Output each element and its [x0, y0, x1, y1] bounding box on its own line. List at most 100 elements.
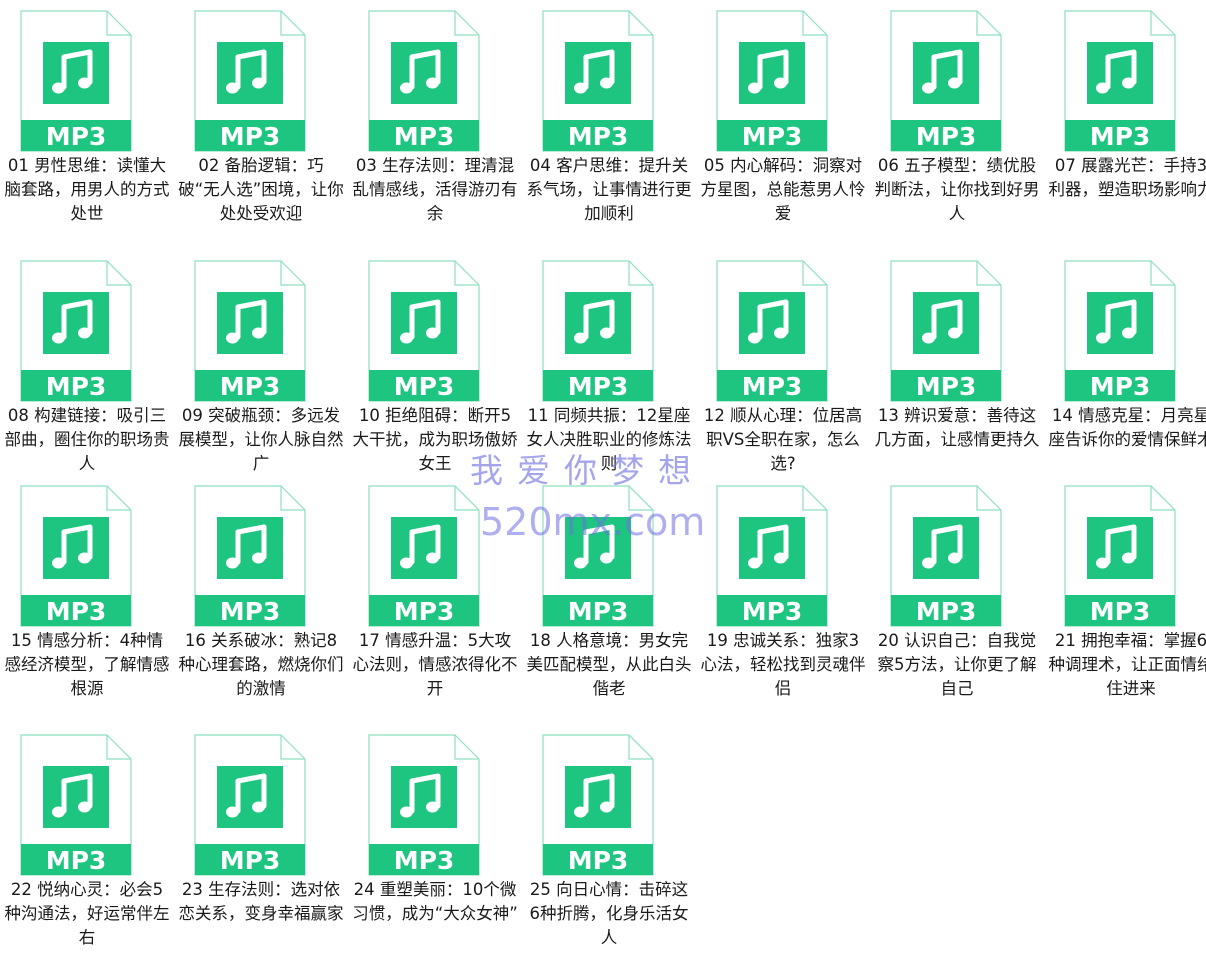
file-item[interactable]: MP3 13 辨识爱意：善待这几方面，让感情更持久 [870, 250, 1044, 499]
mp3-file-icon: MP3 [890, 10, 1002, 152]
file-item[interactable]: MP3 03 生存法则：理清混乱情感线，活得游刃有余 [348, 0, 522, 249]
file-name-label: 10 拒绝阻碍：断开5大干扰，成为职场傲娇女王 [352, 406, 518, 473]
mp3-file-icon: MP3 [194, 485, 306, 627]
file-name-label: 02 备胎逻辑：巧破“无人选”困境，让你处处受欢迎 [178, 156, 344, 223]
file-item[interactable]: MP3 15 情感分析：4种情感经济模型，了解情感根源 [0, 475, 174, 724]
file-item[interactable]: MP3 19 忠诚关系：独家3心法，轻松找到灵魂伴侣 [696, 475, 870, 724]
mp3-file-icon: MP3 [368, 734, 480, 876]
file-item[interactable]: MP3 09 突破瓶颈：多远发展模型，让你人脉自然广 [174, 250, 348, 499]
mp3-file-icon: MP3 [20, 485, 132, 627]
file-name-label: 16 关系破冰：熟记8种心理套路，燃烧你们的激情 [178, 631, 344, 698]
file-item[interactable]: MP3 17 情感升温：5大攻心法则，情感浓得化不开 [348, 475, 522, 724]
file-item[interactable]: MP3 10 拒绝阻碍：断开5大干扰，成为职场傲娇女王 [348, 250, 522, 499]
file-item[interactable]: MP3 01 男性思维：读懂大脑套路，用男人的方式处世 [0, 0, 174, 249]
mp3-type-label: MP3 [46, 122, 107, 151]
file-name-label: 19 忠诚关系：独家3心法，轻松找到灵魂伴侣 [700, 631, 866, 698]
mp3-type-label: MP3 [916, 122, 977, 151]
file-name-label: 04 客户思维：提升关系气场，让事情进行更加顺利 [526, 156, 692, 223]
mp3-file-icon: MP3 [368, 485, 480, 627]
mp3-type-label: MP3 [220, 846, 281, 875]
file-item[interactable]: MP3 05 内心解码：洞察对方星图，总能惹男人怜爱 [696, 0, 870, 249]
mp3-type-label: MP3 [220, 372, 281, 401]
file-item[interactable]: MP3 16 关系破冰：熟记8种心理套路，燃烧你们的激情 [174, 475, 348, 724]
mp3-type-label: MP3 [568, 122, 629, 151]
file-grid: MP3 01 男性思维：读懂大脑套路，用男人的方式处世 MP3 02 备胎逻辑：巧破“… [0, 0, 1206, 973]
mp3-type-label: MP3 [742, 122, 803, 151]
mp3-file-icon: MP3 [194, 260, 306, 402]
mp3-type-label: MP3 [394, 846, 455, 875]
mp3-type-label: MP3 [394, 372, 455, 401]
file-name-label: 08 构建链接：吸引三部曲，圈住你的职场贵人 [4, 406, 170, 473]
mp3-file-icon: MP3 [20, 260, 132, 402]
mp3-type-label: MP3 [1090, 372, 1151, 401]
file-item[interactable]: MP3 14 情感克星：月亮星座告诉你的爱情保鲜术 [1044, 250, 1206, 499]
file-item[interactable]: MP3 24 重塑美丽：10个微习惯，成为“大众女神” [348, 724, 522, 973]
file-name-label: 17 情感升温：5大攻心法则，情感浓得化不开 [352, 631, 518, 698]
mp3-file-icon: MP3 [20, 10, 132, 152]
mp3-file-icon: MP3 [20, 734, 132, 876]
mp3-file-icon: MP3 [194, 734, 306, 876]
mp3-file-icon: MP3 [716, 260, 828, 402]
file-name-label: 07 展露光芒：手持3利器，塑造职场影响力 [1048, 156, 1206, 199]
mp3-type-label: MP3 [568, 372, 629, 401]
mp3-file-icon: MP3 [890, 260, 1002, 402]
mp3-type-label: MP3 [220, 122, 281, 151]
file-item[interactable]: MP3 22 悦纳心灵：必会5种沟通法，好运常伴左右 [0, 724, 174, 973]
file-name-label: 22 悦纳心灵：必会5种沟通法，好运常伴左右 [4, 880, 170, 947]
file-item[interactable]: MP3 06 五子模型：绩优股判断法，让你找到好男人 [870, 0, 1044, 249]
file-item[interactable]: MP3 11 同频共振：12星座女人决胜职业的修炼法则 [522, 250, 696, 499]
mp3-type-label: MP3 [742, 597, 803, 626]
file-name-label: 20 认识自己：自我觉察5方法，让你更了解自己 [877, 631, 1037, 698]
file-name-label: 06 五子模型：绩优股判断法，让你找到好男人 [874, 156, 1040, 223]
mp3-file-icon: MP3 [716, 485, 828, 627]
mp3-type-label: MP3 [46, 597, 107, 626]
file-item[interactable]: MP3 21 拥抱幸福：掌握6种调理术，让正面情绪住进来 [1044, 475, 1206, 724]
mp3-file-icon: MP3 [542, 10, 654, 152]
file-item[interactable]: MP3 25 向日心情：击碎这6种折腾，化身乐活女人 [522, 724, 696, 973]
file-item[interactable]: MP3 23 生存法则：选对依恋关系，变身幸福赢家 [174, 724, 348, 973]
file-item[interactable]: MP3 02 备胎逻辑：巧破“无人选”困境，让你处处受欢迎 [174, 0, 348, 249]
file-name-label: 12 顺从心理：位居高职VS全职在家，怎么选? [703, 406, 863, 473]
mp3-type-label: MP3 [916, 597, 977, 626]
mp3-file-icon: MP3 [1064, 260, 1176, 402]
file-name-label: 24 重塑美丽：10个微习惯，成为“大众女神” [352, 880, 518, 923]
file-item[interactable]: MP3 08 构建链接：吸引三部曲，圈住你的职场贵人 [0, 250, 174, 499]
file-name-label: 14 情感克星：月亮星座告诉你的爱情保鲜术 [1048, 406, 1206, 449]
mp3-file-icon: MP3 [194, 10, 306, 152]
mp3-file-icon: MP3 [1064, 10, 1176, 152]
file-name-label: 21 拥抱幸福：掌握6种调理术，让正面情绪住进来 [1048, 631, 1206, 698]
mp3-type-label: MP3 [394, 122, 455, 151]
mp3-file-icon: MP3 [368, 10, 480, 152]
file-item[interactable]: MP3 18 人格意境：男女完美匹配模型，从此白头偕老 [522, 475, 696, 724]
file-item[interactable]: MP3 04 客户思维：提升关系气场，让事情进行更加顺利 [522, 0, 696, 249]
mp3-file-icon: MP3 [890, 485, 1002, 627]
file-name-label: 11 同频共振：12星座女人决胜职业的修炼法则 [526, 406, 692, 473]
mp3-type-label: MP3 [742, 372, 803, 401]
mp3-type-label: MP3 [568, 846, 629, 875]
mp3-type-label: MP3 [1090, 597, 1151, 626]
file-item[interactable]: MP3 07 展露光芒：手持3利器，塑造职场影响力 [1044, 0, 1206, 249]
file-item[interactable]: MP3 12 顺从心理：位居高职VS全职在家，怎么选? [696, 250, 870, 499]
mp3-type-label: MP3 [1090, 122, 1151, 151]
mp3-type-label: MP3 [568, 597, 629, 626]
file-name-label: 18 人格意境：男女完美匹配模型，从此白头偕老 [526, 631, 692, 698]
mp3-file-icon: MP3 [542, 734, 654, 876]
mp3-file-icon: MP3 [368, 260, 480, 402]
file-name-label: 09 突破瓶颈：多远发展模型，让你人脉自然广 [178, 406, 344, 473]
mp3-type-label: MP3 [46, 372, 107, 401]
file-name-label: 23 生存法则：选对依恋关系，变身幸福赢家 [178, 880, 344, 923]
file-name-label: 15 情感分析：4种情感经济模型，了解情感根源 [4, 631, 170, 698]
file-name-label: 03 生存法则：理清混乱情感线，活得游刃有余 [352, 156, 518, 223]
mp3-type-label: MP3 [220, 597, 281, 626]
file-name-label: 05 内心解码：洞察对方星图，总能惹男人怜爱 [700, 156, 866, 223]
mp3-type-label: MP3 [394, 597, 455, 626]
file-name-label: 13 辨识爱意：善待这几方面，让感情更持久 [874, 406, 1040, 449]
mp3-file-icon: MP3 [1064, 485, 1176, 627]
mp3-file-icon: MP3 [542, 485, 654, 627]
file-item[interactable]: MP3 20 认识自己：自我觉察5方法，让你更了解自己 [870, 475, 1044, 724]
file-name-label: 25 向日心情：击碎这6种折腾，化身乐活女人 [529, 880, 689, 947]
file-name-label: 01 男性思维：读懂大脑套路，用男人的方式处世 [4, 156, 170, 223]
mp3-file-icon: MP3 [542, 260, 654, 402]
mp3-file-icon: MP3 [716, 10, 828, 152]
mp3-type-label: MP3 [46, 846, 107, 875]
